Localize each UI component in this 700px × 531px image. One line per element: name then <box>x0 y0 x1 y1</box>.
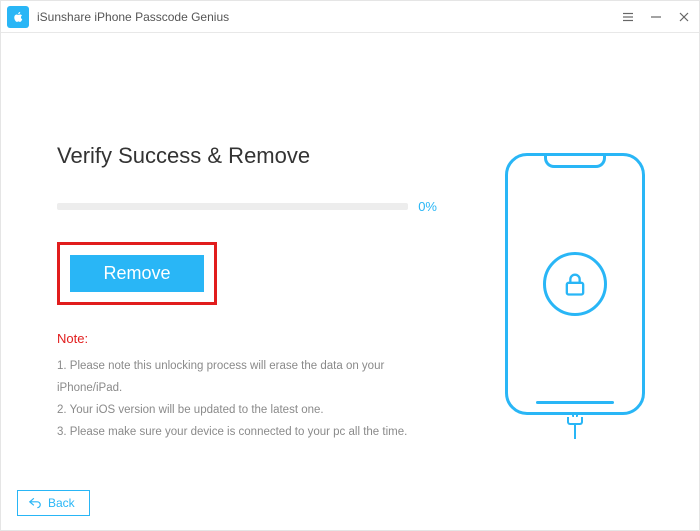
progress-track <box>57 203 408 210</box>
app-title: iSunshare iPhone Passcode Genius <box>37 10 621 24</box>
note-item: 3. Please make sure your device is conne… <box>57 422 437 444</box>
home-indicator-icon <box>536 401 614 404</box>
app-logo-icon <box>7 6 29 28</box>
window-controls <box>621 10 691 24</box>
progress-bar: 0% <box>57 199 437 214</box>
back-label: Back <box>48 496 75 510</box>
back-button[interactable]: Back <box>17 490 90 516</box>
progress-percent: 0% <box>418 199 437 214</box>
minimize-icon[interactable] <box>649 10 663 24</box>
close-icon[interactable] <box>677 10 691 24</box>
titlebar: iSunshare iPhone Passcode Genius <box>1 1 699 33</box>
note-list: 1. Please note this unlocking process wi… <box>57 356 437 443</box>
back-arrow-icon <box>28 496 42 510</box>
cable-icon <box>495 417 655 439</box>
note-item: 1. Please note this unlocking process wi… <box>57 356 437 400</box>
note-item: 2. Your iOS version will be updated to t… <box>57 400 437 422</box>
page-heading: Verify Success & Remove <box>57 143 437 169</box>
remove-highlight-box: Remove <box>57 242 217 305</box>
note-title: Note: <box>57 331 437 346</box>
lock-icon <box>543 252 607 316</box>
device-illustration <box>495 153 655 439</box>
menu-icon[interactable] <box>621 10 635 24</box>
phone-outline-icon <box>505 153 645 415</box>
remove-button[interactable]: Remove <box>70 255 204 292</box>
phone-notch-icon <box>544 156 606 168</box>
